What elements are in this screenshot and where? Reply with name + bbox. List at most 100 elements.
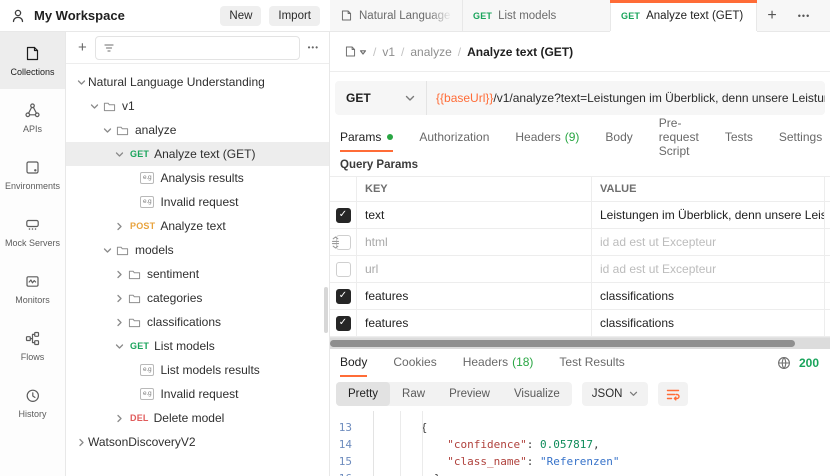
workspace-title[interactable]: My Workspace [34,8,125,23]
tab-authorization[interactable]: Authorization [419,124,489,152]
tree-item-example[interactable]: e.g List models results [66,358,329,382]
tab-pre-request-script[interactable]: Pre-request Script [659,116,699,158]
tab-tests[interactable]: Tests [725,124,753,152]
tree-item-collection[interactable]: WatsonDiscoveryV2 [66,430,329,454]
tab-more-options-icon[interactable]: ••• [787,0,821,31]
sidebar-filter[interactable] [94,35,300,60]
scrollbar-thumb[interactable] [330,340,795,347]
tab-list-models[interactable]: GET List models [463,0,610,31]
add-collection-button[interactable]: + [78,40,87,55]
method-select[interactable]: GET [335,81,427,115]
indent-guide [400,411,401,476]
tree-item-collection[interactable]: Natural Language Understanding [66,70,329,94]
breadcrumb-segment[interactable]: analyze [410,45,451,59]
url-input[interactable]: {{baseUrl}}/v1/analyze?text=Leistungen i… [427,91,825,105]
folder-icon [116,244,129,256]
param-value-cell[interactable]: classifications [592,283,825,309]
param-description-cell[interactable] [825,229,830,255]
sidebar-more-options-icon[interactable]: ••• [308,43,319,52]
view-raw-button[interactable]: Raw [390,382,437,406]
tab-headers[interactable]: Headers (9) [515,124,579,152]
sidebar-item-collections[interactable]: Collections [0,32,65,89]
tree-item-folder[interactable]: models [66,238,329,262]
status-badge: 200 [798,356,819,370]
param-value-cell[interactable]: id ad est ut Excepteur [592,256,825,282]
new-tab-button[interactable]: + [757,0,787,31]
request-panel: / v1 / analyze / Analyze text (GET) GET … [330,32,830,476]
view-visualize-button[interactable]: Visualize [502,382,572,406]
sidebar-item-flows[interactable]: Flows [0,317,65,374]
view-preview-button[interactable]: Preview [437,382,502,406]
row-checkbox[interactable] [335,288,351,304]
tab-analyze-text-active[interactable]: GET Analyze text (GET) [610,0,757,31]
tree-item-folder[interactable]: classifications [66,310,329,334]
chevron-right-icon[interactable] [112,294,126,303]
tab-body[interactable]: Body [605,124,632,152]
tree-item-request[interactable]: POST Analyze text [66,214,329,238]
row-checkbox[interactable] [335,315,351,331]
breadcrumb-segment[interactable]: v1 [382,45,395,59]
tree-item-example[interactable]: e.g Invalid request [66,382,329,406]
tree-item-folder[interactable]: analyze [66,118,329,142]
network-globe-icon[interactable] [777,356,791,370]
param-description-cell[interactable] [825,310,830,336]
wrap-text-button[interactable] [658,382,689,406]
chevron-right-icon[interactable] [112,318,126,327]
chevron-down-icon[interactable] [112,342,126,351]
method-badge: DEL [130,413,149,423]
horizontal-scrollbar[interactable] [330,337,830,349]
param-description-cell[interactable] [825,256,830,282]
param-description-cell[interactable] [825,283,830,309]
import-button[interactable]: Import [269,5,320,26]
sidebar-item-environments[interactable]: Environments [0,146,65,203]
chevron-right-icon[interactable] [112,222,126,231]
param-value-cell[interactable]: id ad est ut Excepteur [592,229,825,255]
tab-test-results[interactable]: Test Results [559,349,624,377]
param-key-cell[interactable]: text [357,202,592,228]
collection-file-icon[interactable] [344,45,367,58]
tree-item-request[interactable]: GET List models [66,334,329,358]
param-key-cell[interactable]: html [357,229,592,255]
format-select[interactable]: JSON [581,382,649,406]
param-key-cell[interactable]: features [357,310,592,336]
param-key-cell[interactable]: features [357,283,592,309]
tab-settings[interactable]: Settings [779,124,822,152]
drag-handle-icon[interactable] [331,236,340,249]
chevron-right-icon[interactable] [74,438,88,447]
tab-params[interactable]: Params [340,124,394,152]
tab-response-headers[interactable]: Headers (18) [463,349,534,377]
tab-response-body[interactable]: Body [340,349,368,377]
tree-item-folder[interactable]: v1 [66,94,329,118]
tree-item-example[interactable]: e.g Analysis results [66,166,329,190]
chevron-down-icon[interactable] [100,126,114,135]
row-checkbox[interactable] [335,207,351,223]
tree-item-request[interactable]: DEL Delete model [66,406,329,430]
sidebar-item-monitors[interactable]: Monitors [0,260,65,317]
param-value-cell[interactable]: classifications [592,310,825,336]
tree-item-request-selected[interactable]: GET Analyze text (GET) [66,142,329,166]
sidebar-item-apis[interactable]: APIs [0,89,65,146]
sidebar-item-mock-servers[interactable]: Mock Servers [0,203,65,260]
chevron-right-icon[interactable] [112,270,126,279]
tab-collection[interactable]: Natural Language Understanding [330,0,463,31]
tab-cookies[interactable]: Cookies [393,349,436,377]
sidebar-filter-input[interactable] [120,41,292,54]
tree-item-folder[interactable]: categories [66,286,329,310]
param-value-cell[interactable]: Leistungen im Überblick, denn unsere Lei… [592,202,825,228]
sidebar-scrollbar[interactable] [324,287,328,333]
row-checkbox[interactable] [335,261,351,277]
tree-item-folder[interactable]: sentiment [66,262,329,286]
chevron-right-icon[interactable] [112,414,126,423]
chevron-down-icon[interactable] [112,150,126,159]
folder-icon [116,124,129,136]
chevron-down-icon[interactable] [74,78,88,87]
chevron-down-icon[interactable] [87,102,101,111]
folder-icon [128,268,141,280]
tree-item-example[interactable]: e.g Invalid request [66,190,329,214]
view-pretty-button[interactable]: Pretty [336,382,391,406]
param-key-cell[interactable]: url [357,256,592,282]
chevron-down-icon[interactable] [100,246,114,255]
new-button[interactable]: New [220,5,262,26]
sidebar-item-history[interactable]: History [0,374,65,431]
param-description-cell[interactable] [825,202,830,228]
